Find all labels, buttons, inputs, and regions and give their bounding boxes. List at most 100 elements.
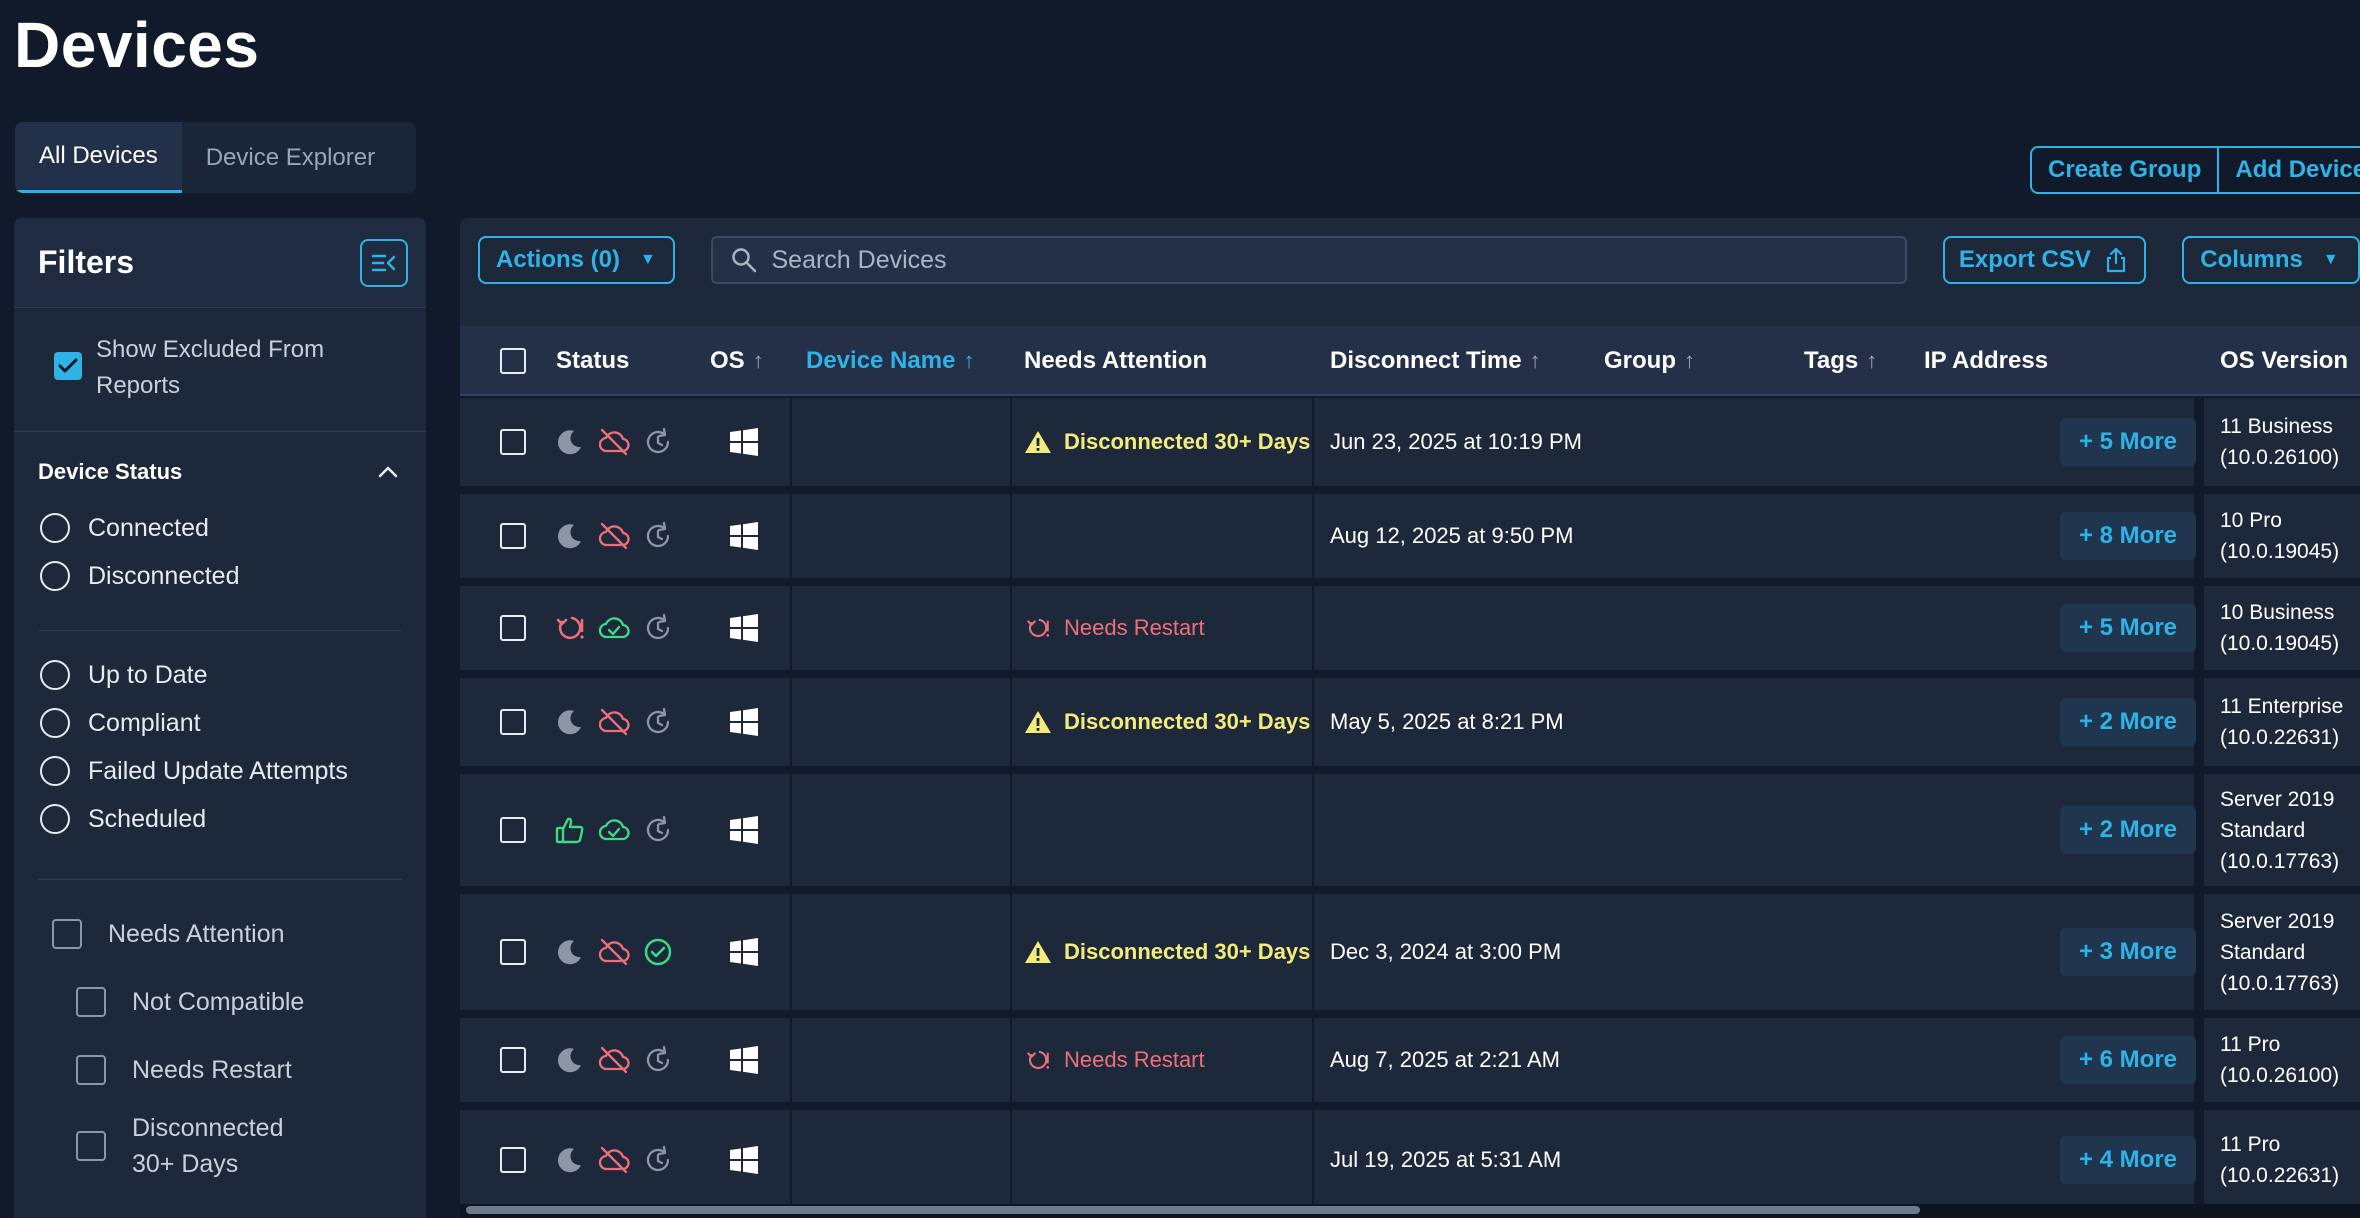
radio-label: Disconnected bbox=[88, 561, 240, 590]
col-needs-attention[interactable]: Needs Attention bbox=[1024, 326, 1207, 396]
scrollbar-thumb[interactable] bbox=[466, 1206, 1920, 1214]
radio-button[interactable] bbox=[40, 708, 70, 738]
ip-more-button[interactable]: + 5 More bbox=[2060, 604, 2196, 652]
needs-attention-label: Needs Attention bbox=[108, 920, 285, 948]
disconnected-30-days-checkbox[interactable] bbox=[76, 1131, 106, 1161]
needs-restart-checkbox[interactable] bbox=[76, 1055, 106, 1085]
ip-more-button[interactable]: + 5 More bbox=[2060, 418, 2196, 466]
status-icons bbox=[554, 612, 674, 644]
radio-button[interactable] bbox=[40, 804, 70, 834]
collapse-filters-button[interactable] bbox=[360, 238, 408, 287]
create-group-button[interactable]: Create Group bbox=[2032, 148, 2217, 192]
os-cell bbox=[730, 816, 758, 849]
table-row[interactable]: Jul 19, 2025 at 5:31 AM + 4 More 11 Pro (1… bbox=[460, 1110, 2360, 1210]
filter-up-to-date[interactable]: Up to Date bbox=[14, 651, 426, 699]
row-checkbox[interactable] bbox=[500, 1047, 526, 1073]
windows-icon bbox=[730, 708, 758, 736]
checkmark-icon bbox=[58, 358, 78, 373]
columns-dropdown[interactable]: Columns ▼ bbox=[2182, 236, 2360, 284]
col-device-name[interactable]: Device Name ↑ bbox=[806, 326, 974, 396]
windows-icon bbox=[730, 522, 758, 550]
filter-connected[interactable]: Connected bbox=[14, 504, 426, 552]
not-compatible-checkbox[interactable] bbox=[76, 987, 106, 1017]
col-disconnect-time[interactable]: Disconnect Time ↑ bbox=[1330, 326, 1541, 396]
update-history-icon bbox=[646, 707, 670, 734]
needs-attention-badge: Needs Restart bbox=[1024, 1046, 1205, 1074]
filter-compliant[interactable]: Compliant bbox=[14, 699, 426, 747]
tab-all-devices[interactable]: All Devices bbox=[15, 122, 182, 193]
status-icons bbox=[554, 814, 674, 846]
os-version: 10 Business (10.0.19045) bbox=[2220, 601, 2340, 655]
col-os-version[interactable]: OS Version bbox=[2220, 326, 2348, 396]
filter-failed-update-attempts[interactable]: Failed Update Attempts bbox=[14, 747, 426, 795]
needs-attention-checkbox[interactable] bbox=[52, 919, 82, 949]
ip-more-button[interactable]: + 4 More bbox=[2060, 1136, 2196, 1184]
horizontal-scrollbar[interactable] bbox=[460, 1204, 2360, 1218]
os-version: Server 2019 Standard (10.0.17763) bbox=[2220, 787, 2340, 873]
col-group[interactable]: Group ↑ bbox=[1604, 326, 1695, 396]
os-cell bbox=[730, 614, 758, 647]
export-csv-label: Export CSV bbox=[1958, 246, 2091, 273]
table-row[interactable]: Disconnected 30+ Days Dec 3, 2024 at 3:00… bbox=[460, 894, 2360, 1010]
filter-disconnected[interactable]: Disconnected bbox=[14, 552, 426, 600]
actions-dropdown[interactable]: Actions (0) ▼ bbox=[478, 236, 676, 284]
tab-device-explorer[interactable]: Device Explorer bbox=[182, 122, 399, 193]
device-status-section-header[interactable]: Device Status bbox=[14, 432, 426, 512]
ip-more-button[interactable]: + 3 More bbox=[2060, 928, 2196, 976]
col-os[interactable]: OS ↑ bbox=[710, 326, 764, 396]
col-ip-address[interactable]: IP Address bbox=[1924, 326, 2048, 396]
filter-needs-attention[interactable]: Needs Attention bbox=[14, 900, 426, 968]
radio-label: Compliant bbox=[88, 708, 201, 737]
table-row[interactable]: Disconnected 30+ Days Jun 23, 2025 at 10:… bbox=[460, 398, 2360, 486]
update-history-icon bbox=[646, 427, 670, 454]
table-row[interactable]: Needs Restart + 5 More 10 Business (10.0.1… bbox=[460, 586, 2360, 670]
radio-button[interactable] bbox=[40, 513, 70, 543]
row-checkbox[interactable] bbox=[500, 817, 526, 843]
cell-bg bbox=[792, 678, 1010, 766]
share-export-icon bbox=[2106, 247, 2125, 273]
top-button-group: Create Group Add Device bbox=[2030, 146, 2360, 194]
add-device-button[interactable]: Add Device bbox=[2217, 148, 2360, 192]
search-box[interactable] bbox=[711, 236, 1907, 284]
radio-button[interactable] bbox=[40, 660, 70, 690]
col-status[interactable]: Status bbox=[556, 326, 629, 396]
status-icons bbox=[554, 426, 674, 458]
show-excluded-checkbox[interactable] bbox=[54, 352, 82, 380]
radio-button[interactable] bbox=[40, 756, 70, 786]
restart-needed-icon bbox=[1027, 618, 1050, 637]
row-checkbox[interactable] bbox=[500, 1147, 526, 1173]
row-checkbox[interactable] bbox=[500, 709, 526, 735]
table-row[interactable]: Disconnected 30+ Days May 5, 2025 at 8:21… bbox=[460, 678, 2360, 766]
needs-attention-text: Needs Restart bbox=[1064, 615, 1205, 640]
export-csv-button[interactable]: Export CSV bbox=[1942, 236, 2147, 284]
needs-attention-text: Disconnected 30+ Days bbox=[1064, 709, 1311, 734]
row-checkbox[interactable] bbox=[500, 523, 526, 549]
ip-more-button[interactable]: + 2 More bbox=[2060, 698, 2196, 746]
filter-disconnected-30-days[interactable]: Disconnected 30+ Days bbox=[14, 1104, 426, 1188]
show-excluded-row[interactable]: Show Excluded From Reports bbox=[14, 308, 426, 432]
update-history-icon bbox=[646, 1045, 670, 1072]
radio-button[interactable] bbox=[40, 561, 70, 591]
row-checkbox[interactable] bbox=[500, 615, 526, 641]
row-checkbox[interactable] bbox=[500, 939, 526, 965]
table-row[interactable]: Needs Restart Aug 7, 2025 at 2:21 AM + 6 M… bbox=[460, 1018, 2360, 1102]
ip-more-button[interactable]: + 6 More bbox=[2060, 1036, 2196, 1084]
status-icons bbox=[554, 706, 674, 738]
col-label: Disconnect Time bbox=[1330, 347, 1522, 374]
radio-label: Scheduled bbox=[88, 804, 207, 833]
restart-needed-icon bbox=[556, 616, 584, 639]
table-row[interactable]: Aug 12, 2025 at 9:50 PM + 8 More 10 Pro (1… bbox=[460, 494, 2360, 578]
ip-more-button[interactable]: + 8 More bbox=[2060, 512, 2196, 560]
col-label: IP Address bbox=[1924, 347, 2049, 374]
os-cell bbox=[730, 428, 758, 461]
filter-needs-restart[interactable]: Needs Restart bbox=[14, 1036, 426, 1104]
row-checkbox[interactable] bbox=[500, 429, 526, 455]
col-tags[interactable]: Tags ↑ bbox=[1804, 326, 1877, 396]
search-input[interactable] bbox=[771, 245, 1872, 275]
select-all-checkbox[interactable] bbox=[500, 348, 526, 374]
filter-not-compatible[interactable]: Not Compatible bbox=[14, 968, 426, 1036]
columns-label: Columns bbox=[2200, 246, 2303, 273]
ip-more-button[interactable]: + 2 More bbox=[2060, 806, 2196, 854]
table-row[interactable]: + 2 More Server 2019 Standard (10.0.17763… bbox=[460, 774, 2360, 886]
filter-scheduled[interactable]: Scheduled bbox=[14, 795, 426, 843]
